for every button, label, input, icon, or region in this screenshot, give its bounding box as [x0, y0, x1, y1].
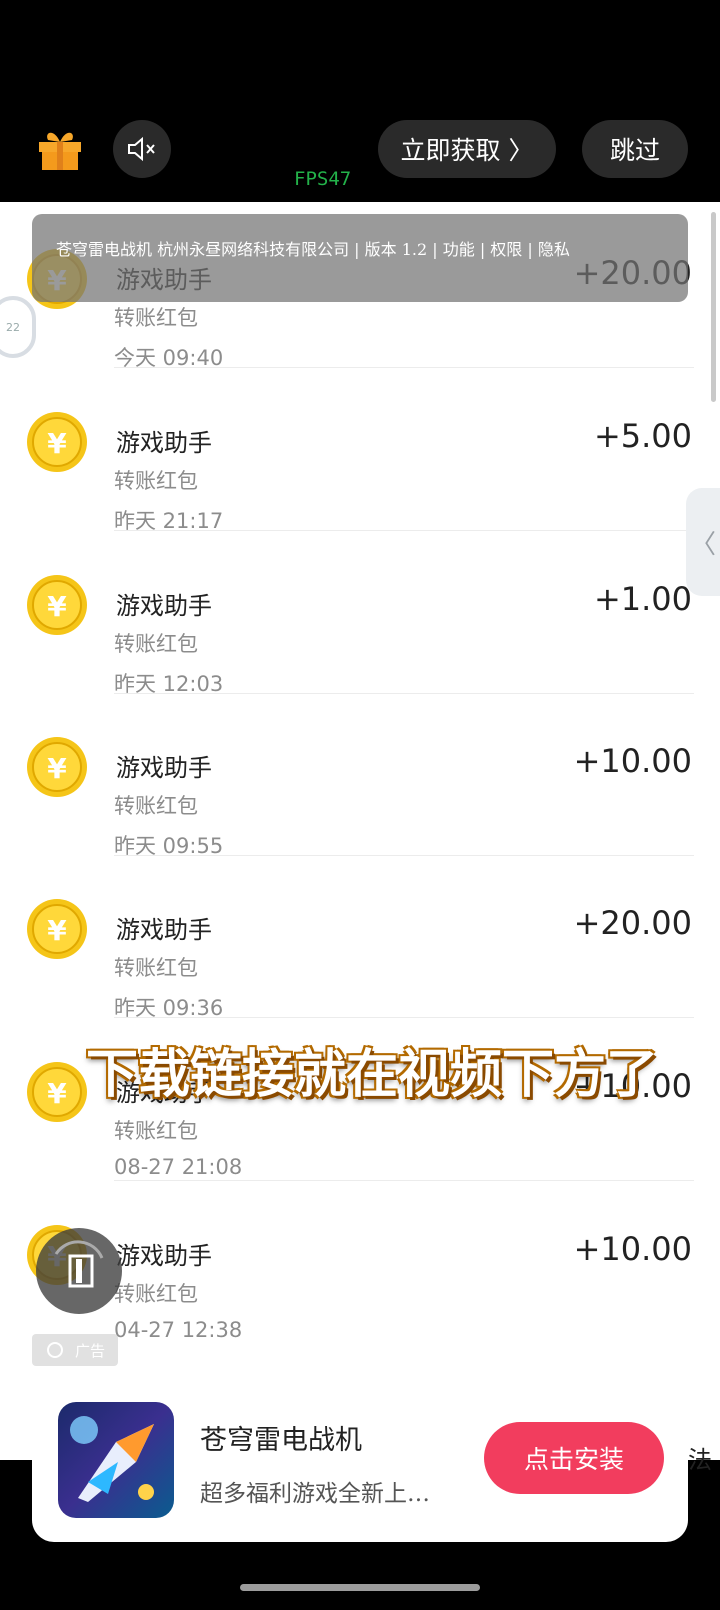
gift-icon[interactable] — [36, 124, 84, 172]
video-caption: 下载链接就在视频下方了 — [86, 1045, 659, 1105]
yuan-coin-icon: ¥ — [26, 736, 88, 798]
mute-button[interactable] — [113, 120, 171, 178]
transaction-type: 转账红包 — [114, 306, 198, 330]
transaction-type: 转账红包 — [114, 1119, 198, 1143]
transaction-title: 游戏助手 — [116, 916, 212, 944]
scrollbar[interactable] — [711, 212, 716, 402]
get-now-button[interactable]: 立即获取 〉 — [378, 120, 556, 178]
speaker-muted-icon — [128, 136, 155, 162]
transaction-row[interactable]: ¥ 游戏助手 转账红包 昨天 12:03 +1.00 — [0, 528, 700, 696]
yuan-coin-icon: ¥ — [26, 1061, 88, 1123]
transaction-type: 转账红包 — [114, 794, 198, 818]
partial-text: 法 — [688, 1446, 712, 1474]
yuan-coin-icon: ¥ — [26, 898, 88, 960]
home-indicator[interactable] — [240, 1584, 480, 1591]
yuan-coin-icon: ¥ — [26, 574, 88, 636]
side-handle-chevron-left-icon[interactable]: 〈 — [686, 488, 720, 596]
transaction-row[interactable]: ¥ 游戏助手 转账红包 昨天 09:55 +10.00 — [0, 690, 700, 858]
ad-badge-label: 广告 — [74, 1341, 105, 1360]
ad-info-banner[interactable]: 苍穹雷电战机 杭州永昼网络科技有限公司 | 版本 1.2 | 功能 | 权限 |… — [32, 214, 688, 302]
app-name: 苍穹雷电战机 — [200, 1425, 362, 1456]
transaction-amount: +20.00 — [573, 904, 692, 942]
svg-text:¥: ¥ — [47, 914, 67, 947]
app-description: 超多福利游戏全新上… — [200, 1481, 430, 1507]
transaction-title: 游戏助手 — [116, 592, 212, 620]
door-exit-icon — [54, 1240, 104, 1288]
svg-text:¥: ¥ — [47, 427, 67, 460]
ad-badge: 广告 — [32, 1334, 118, 1366]
transaction-amount: +5.00 — [593, 417, 692, 455]
yuan-coin-icon: ¥ — [26, 411, 88, 473]
transaction-row[interactable]: ¥ 游戏助手 转账红包 昨天 21:17 +5.00 — [0, 365, 700, 533]
transaction-type: 转账红包 — [114, 469, 198, 493]
transaction-time: 08-27 21:08 — [114, 1155, 243, 1179]
skip-button[interactable]: 跳过 — [582, 120, 688, 178]
transaction-amount: +10.00 — [573, 1230, 692, 1268]
floating-exit-button[interactable] — [36, 1228, 122, 1314]
transaction-title: 游戏助手 — [116, 754, 212, 782]
transaction-amount: +10.00 — [573, 742, 692, 780]
install-button[interactable]: 点击安装 — [484, 1422, 664, 1494]
transaction-type: 转账红包 — [114, 956, 198, 980]
transaction-row[interactable]: ¥ 游戏助手 转账红包 昨天 09:36 +20.00 — [0, 852, 700, 1020]
ad-info-text: 苍穹雷电战机 杭州永昼网络科技有限公司 | 版本 1.2 | 功能 | 权限 |… — [56, 240, 570, 259]
svg-text:¥: ¥ — [47, 752, 67, 785]
transaction-amount: +1.00 — [593, 580, 692, 618]
transaction-title: 游戏助手 — [116, 429, 212, 457]
transaction-type: 转账红包 — [114, 632, 198, 656]
transaction-time: 04-27 12:38 — [114, 1318, 243, 1342]
svg-text:¥: ¥ — [47, 1077, 67, 1110]
transaction-title: 游戏助手 — [116, 1242, 212, 1270]
app-icon[interactable] — [58, 1402, 174, 1518]
app-ad-card[interactable]: 苍穹雷电战机 超多福利游戏全新上… 点击安装 — [32, 1380, 688, 1542]
ad-top-bar: FPS47 立即获取 〉 跳过 — [0, 0, 720, 202]
transaction-type: 转账红包 — [114, 1282, 198, 1306]
refresh-icon — [46, 1342, 63, 1358]
floating-avatar[interactable]: 22 — [0, 296, 36, 358]
svg-text:¥: ¥ — [47, 590, 67, 623]
fps-counter: FPS47 — [294, 168, 352, 190]
